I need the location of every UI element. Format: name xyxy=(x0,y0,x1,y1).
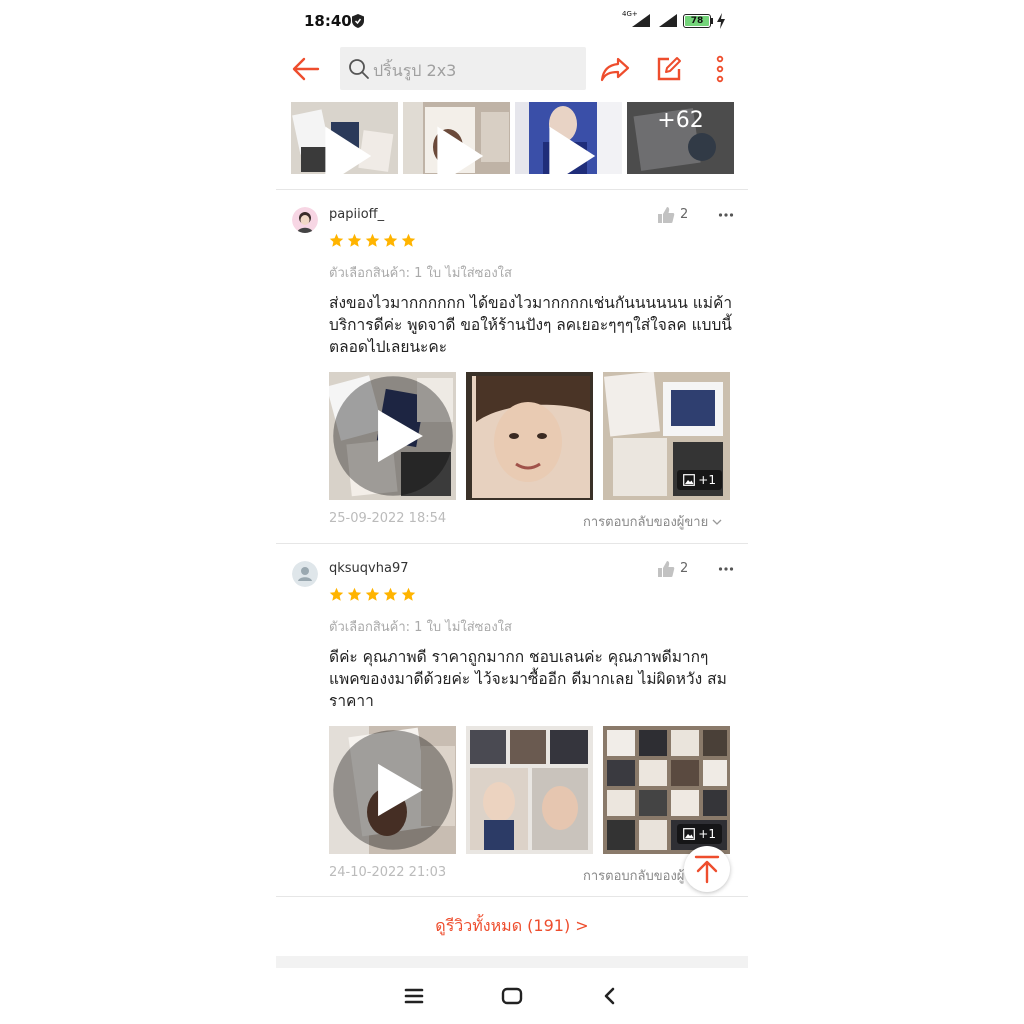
star-icon xyxy=(365,587,380,601)
review-text: ส่งของไวมากกกกกก ได้ของไวมากกกกเช่นกันนน… xyxy=(329,294,733,356)
search-icon xyxy=(349,59,369,79)
review-card: qksuqvha97 2 ตัวเลือกสินค้า: 1 ใบ ไม่ใส่… xyxy=(276,544,748,896)
seller-reply-toggle[interactable]: การตอบกลับของผู้ขาย xyxy=(583,511,722,532)
review-date: 25-09-2022 18:54 xyxy=(329,511,447,526)
review-photo-thumbnail[interactable]: +1 xyxy=(603,372,730,500)
edit-icon[interactable] xyxy=(655,55,683,83)
media-thumbnail[interactable] xyxy=(291,102,398,174)
bolt-icon xyxy=(717,13,725,29)
media-more-count: +62 xyxy=(627,102,734,174)
like-icon[interactable] xyxy=(657,206,675,224)
media-thumbnail[interactable] xyxy=(515,102,622,174)
media-extra-count-text: +1 xyxy=(698,827,716,841)
media-extra-count: +1 xyxy=(677,824,722,844)
play-icon xyxy=(332,730,453,850)
review-photo-thumbnail[interactable] xyxy=(466,726,593,854)
divider xyxy=(276,896,748,897)
play-icon xyxy=(332,376,453,496)
review-photo-thumbnail[interactable] xyxy=(466,372,593,500)
status-bar: 18:40 4G+ 78 xyxy=(276,0,748,42)
status-time: 18:40 xyxy=(304,12,352,30)
section-separator xyxy=(276,956,748,968)
battery-tip xyxy=(711,18,713,24)
review-video-thumbnail[interactable] xyxy=(329,372,456,500)
scroll-top-icon xyxy=(694,855,720,884)
more-horiz-icon[interactable] xyxy=(718,212,734,218)
play-icon xyxy=(436,126,483,174)
star-icon xyxy=(347,587,362,601)
reviewer-username[interactable]: papiioff_ xyxy=(329,207,384,222)
back-arrow-icon[interactable] xyxy=(290,54,322,84)
review-video-thumbnail[interactable] xyxy=(329,726,456,854)
media-extra-count: +1 xyxy=(677,470,722,490)
share-icon[interactable] xyxy=(599,54,631,84)
star-rating xyxy=(329,587,416,603)
star-icon xyxy=(383,233,398,247)
star-icon xyxy=(401,587,416,601)
see-all-reviews-link[interactable]: ดูรีวิวทั้งหมด (191) > xyxy=(276,914,748,939)
review-text: ดีค่ะ คุณภาพดี ราคาถูกมากก ชอบเลนค่ะ คุณ… xyxy=(329,648,727,710)
media-extra-count-text: +1 xyxy=(698,473,716,487)
product-variation: ตัวเลือกสินค้า: 1 ใบ ไม่ใส่ซองใส xyxy=(329,266,512,281)
system-nav-bar xyxy=(276,968,748,1024)
star-icon xyxy=(401,233,416,247)
image-icon xyxy=(683,474,696,486)
media-thumbnail-more[interactable]: +62 xyxy=(627,102,734,174)
battery-icon: 78 xyxy=(683,14,711,28)
review-media-strip: +62 xyxy=(291,102,734,174)
home-icon[interactable] xyxy=(501,986,523,1006)
star-icon xyxy=(347,233,362,247)
product-variation: ตัวเลือกสินค้า: 1 ใบ ไม่ใส่ซองใส xyxy=(329,620,512,635)
review-media-row: +1 xyxy=(329,726,731,854)
like-count: 2 xyxy=(680,561,689,576)
app-screen: 18:40 4G+ 78 ปริ้นรูป 2x3 +62 papiioff_ … xyxy=(276,0,748,1024)
menu-icon[interactable] xyxy=(403,986,425,1006)
review-photo-thumbnail[interactable]: +1 xyxy=(603,726,730,854)
like-count: 2 xyxy=(680,207,689,222)
review-media-row: +1 xyxy=(329,372,731,500)
review-date: 24-10-2022 21:03 xyxy=(329,865,447,880)
play-icon xyxy=(324,126,371,174)
search-placeholder: ปริ้นรูป 2x3 xyxy=(373,61,457,80)
back-nav-icon[interactable] xyxy=(599,986,621,1006)
image-icon xyxy=(683,828,696,840)
scroll-to-top-button[interactable] xyxy=(684,846,730,892)
avatar[interactable] xyxy=(292,207,318,233)
more-vert-icon[interactable] xyxy=(714,54,726,84)
like-icon[interactable] xyxy=(657,560,675,578)
seller-reply-label: การตอบกลับของผู้ขาย xyxy=(583,515,709,530)
star-icon xyxy=(329,587,344,601)
star-icon xyxy=(329,233,344,247)
chevron-down-icon xyxy=(712,519,722,525)
search-input[interactable]: ปริ้นรูป 2x3 xyxy=(340,47,586,90)
star-rating xyxy=(329,233,416,249)
signal-icon xyxy=(632,14,650,27)
shield-icon xyxy=(352,14,364,28)
play-icon xyxy=(548,126,595,174)
star-icon xyxy=(383,587,398,601)
review-card: papiioff_ 2 ตัวเลือกสินค้า: 1 ใบ ไม่ใส่ซ… xyxy=(276,190,748,543)
avatar[interactable] xyxy=(292,561,318,587)
signal-icon xyxy=(659,14,677,27)
reviewer-username[interactable]: qksuqvha97 xyxy=(329,561,409,576)
media-thumbnail[interactable] xyxy=(403,102,510,174)
star-icon xyxy=(365,233,380,247)
battery-level: 78 xyxy=(685,16,709,26)
top-nav: ปริ้นรูป 2x3 xyxy=(276,42,748,98)
more-horiz-icon[interactable] xyxy=(718,566,734,572)
